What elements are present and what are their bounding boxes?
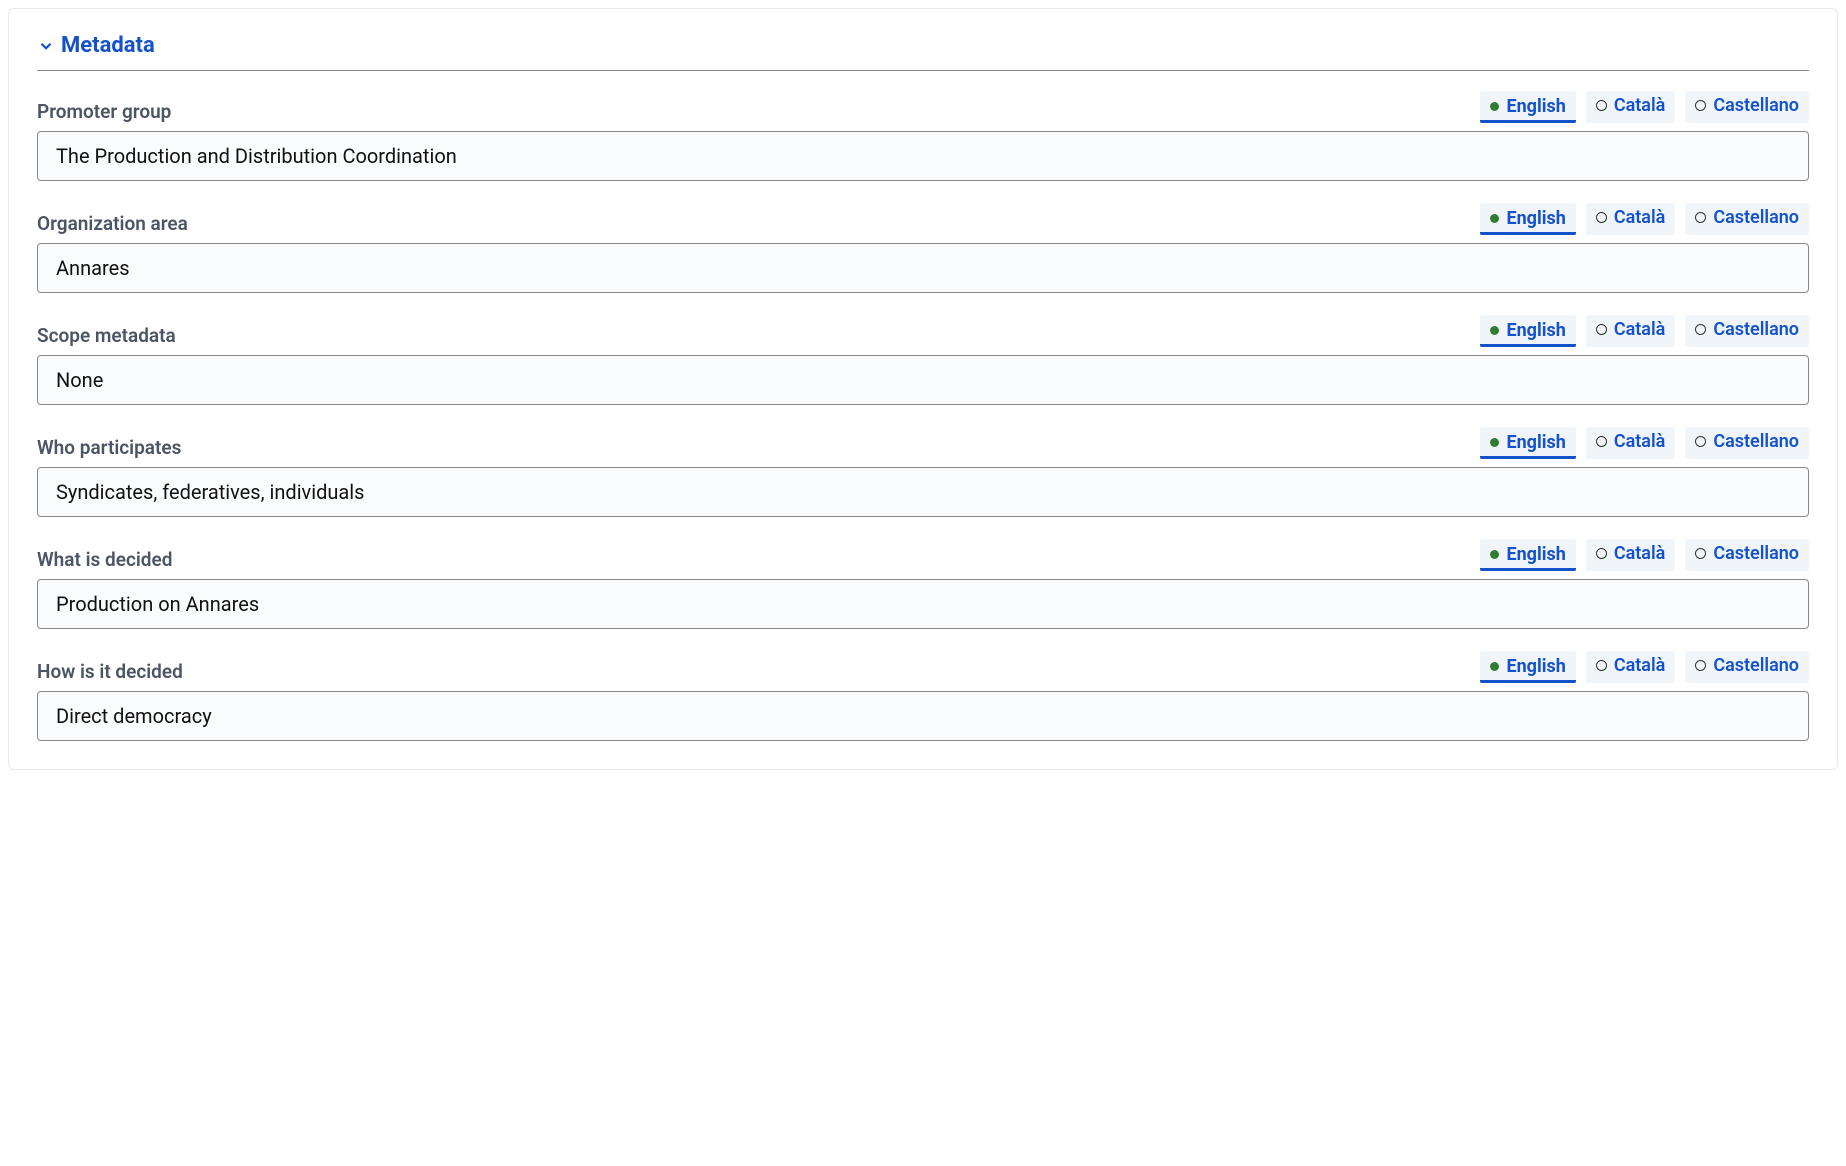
language-tabs: English Català Castellano (1480, 91, 1809, 123)
lang-label: Català (1614, 207, 1666, 228)
metadata-panel: Metadata Promoter group English Català C… (8, 8, 1838, 770)
field-scope-metadata: Scope metadata English Català Castellano (37, 315, 1809, 405)
status-dot-icon (1490, 102, 1499, 111)
field-what-is-decided: What is decided English Català Castellan… (37, 539, 1809, 629)
lang-label: English (1506, 432, 1565, 453)
lang-tab-castellano[interactable]: Castellano (1685, 427, 1809, 459)
field-organization-area: Organization area English Català Castell… (37, 203, 1809, 293)
field-header: What is decided English Català Castellan… (37, 539, 1809, 571)
status-circle-icon (1695, 436, 1706, 447)
status-dot-icon (1490, 550, 1499, 559)
who-participates-input[interactable] (37, 467, 1809, 517)
status-circle-icon (1596, 660, 1607, 671)
field-label: What is decided (37, 548, 172, 571)
field-label: Promoter group (37, 100, 171, 123)
how-is-it-decided-input[interactable] (37, 691, 1809, 741)
status-dot-icon (1490, 662, 1499, 671)
status-dot-icon (1490, 438, 1499, 447)
lang-tab-castellano[interactable]: Castellano (1685, 539, 1809, 571)
lang-label: English (1506, 96, 1565, 117)
field-who-participates: Who participates English Català Castella… (37, 427, 1809, 517)
language-tabs: English Català Castellano (1480, 539, 1809, 571)
status-circle-icon (1695, 212, 1706, 223)
section-toggle-metadata[interactable]: Metadata (37, 33, 1809, 58)
lang-tab-english[interactable]: English (1480, 91, 1575, 123)
lang-tab-castellano[interactable]: Castellano (1685, 91, 1809, 123)
language-tabs: English Català Castellano (1480, 651, 1809, 683)
field-header: Promoter group English Català Castellano (37, 91, 1809, 123)
lang-tab-castellano[interactable]: Castellano (1685, 651, 1809, 683)
lang-label: Català (1614, 431, 1666, 452)
lang-tab-english[interactable]: English (1480, 203, 1575, 235)
lang-label: Català (1614, 655, 1666, 676)
lang-tab-catala[interactable]: Català (1586, 315, 1676, 347)
field-label: Who participates (37, 436, 181, 459)
language-tabs: English Català Castellano (1480, 203, 1809, 235)
scope-metadata-input[interactable] (37, 355, 1809, 405)
lang-label: Català (1614, 543, 1666, 564)
lang-label: English (1506, 544, 1565, 565)
status-circle-icon (1596, 100, 1607, 111)
status-circle-icon (1596, 212, 1607, 223)
status-circle-icon (1596, 436, 1607, 447)
lang-label: Castellano (1713, 319, 1799, 340)
lang-label: English (1506, 656, 1565, 677)
lang-label: Castellano (1713, 431, 1799, 452)
lang-tab-english[interactable]: English (1480, 651, 1575, 683)
lang-tab-catala[interactable]: Català (1586, 203, 1676, 235)
section-title: Metadata (61, 33, 155, 58)
chevron-down-icon (37, 37, 55, 55)
lang-label: English (1506, 208, 1565, 229)
status-circle-icon (1695, 324, 1706, 335)
lang-tab-english[interactable]: English (1480, 539, 1575, 571)
field-header: Scope metadata English Català Castellano (37, 315, 1809, 347)
field-how-is-it-decided: How is it decided English Català Castell… (37, 651, 1809, 741)
status-dot-icon (1490, 326, 1499, 335)
lang-tab-english[interactable]: English (1480, 315, 1575, 347)
status-circle-icon (1695, 660, 1706, 671)
lang-tab-catala[interactable]: Català (1586, 539, 1676, 571)
organization-area-input[interactable] (37, 243, 1809, 293)
lang-label: Castellano (1713, 207, 1799, 228)
lang-label: Castellano (1713, 543, 1799, 564)
status-circle-icon (1596, 324, 1607, 335)
lang-tab-castellano[interactable]: Castellano (1685, 203, 1809, 235)
lang-label: Català (1614, 319, 1666, 340)
field-label: Scope metadata (37, 324, 176, 347)
section-divider (37, 70, 1809, 71)
lang-tab-english[interactable]: English (1480, 427, 1575, 459)
lang-tab-catala[interactable]: Català (1586, 651, 1676, 683)
status-circle-icon (1596, 548, 1607, 559)
promoter-group-input[interactable] (37, 131, 1809, 181)
lang-tab-catala[interactable]: Català (1586, 427, 1676, 459)
language-tabs: English Català Castellano (1480, 315, 1809, 347)
field-header: Organization area English Català Castell… (37, 203, 1809, 235)
status-circle-icon (1695, 100, 1706, 111)
field-promoter-group: Promoter group English Català Castellano (37, 91, 1809, 181)
field-label: Organization area (37, 212, 188, 235)
field-header: Who participates English Català Castella… (37, 427, 1809, 459)
status-dot-icon (1490, 214, 1499, 223)
lang-tab-catala[interactable]: Català (1586, 91, 1676, 123)
lang-label: Castellano (1713, 655, 1799, 676)
lang-tab-castellano[interactable]: Castellano (1685, 315, 1809, 347)
lang-label: English (1506, 320, 1565, 341)
lang-label: Català (1614, 95, 1666, 116)
field-label: How is it decided (37, 660, 183, 683)
field-header: How is it decided English Català Castell… (37, 651, 1809, 683)
status-circle-icon (1695, 548, 1706, 559)
what-is-decided-input[interactable] (37, 579, 1809, 629)
lang-label: Castellano (1713, 95, 1799, 116)
language-tabs: English Català Castellano (1480, 427, 1809, 459)
